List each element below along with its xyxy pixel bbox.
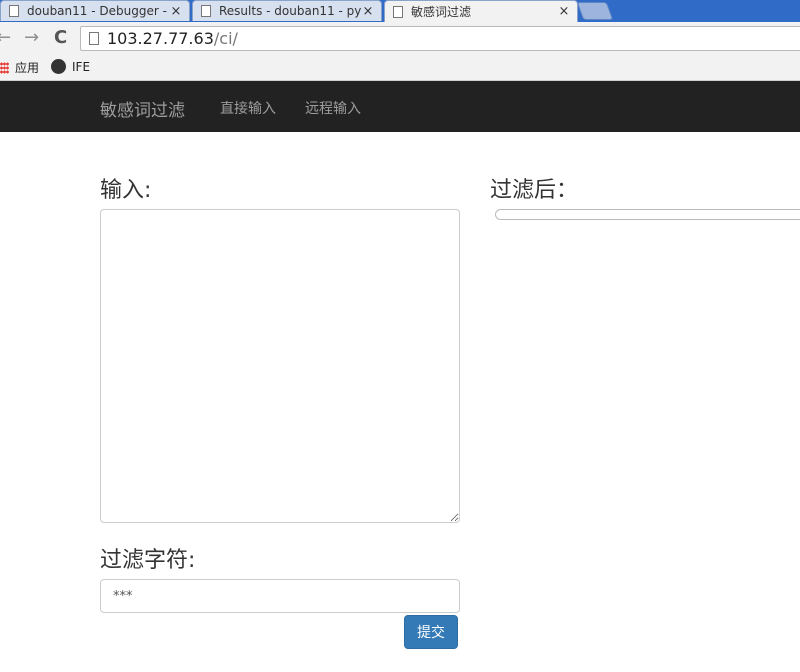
tab-title: douban11 - Debugger - xyxy=(27,4,167,18)
bookmark-label: IFE xyxy=(72,59,91,74)
close-tab-icon[interactable]: × xyxy=(169,4,183,19)
nav-link-remote-input[interactable]: 远程输入 xyxy=(305,98,361,118)
document-icon xyxy=(9,5,19,17)
nav-link-direct-input[interactable]: 直接输入 xyxy=(220,98,276,118)
reload-icon[interactable]: C xyxy=(54,27,67,49)
page-icon xyxy=(89,32,99,45)
back-arrow-icon[interactable]: ← xyxy=(0,27,11,49)
bookmark-ife[interactable]: IFE xyxy=(51,59,90,74)
new-tab-button[interactable] xyxy=(576,2,614,20)
document-icon xyxy=(393,5,403,18)
ife-logo-icon xyxy=(51,59,66,74)
document-icon xyxy=(201,5,211,17)
browser-tab-results[interactable]: Results - douban11 - py × xyxy=(192,0,382,21)
close-tab-icon[interactable]: × xyxy=(557,4,571,19)
bookmark-label: 应用 xyxy=(15,61,40,75)
close-tab-icon[interactable]: × xyxy=(361,4,375,19)
url-host: 103.27.77.63 xyxy=(107,29,214,48)
address-bar[interactable]: 103.27.77.63/ci/ xyxy=(80,26,800,51)
url-path: /ci/ xyxy=(213,29,238,48)
input-label: 输入: xyxy=(100,178,152,203)
site-navbar: 敏感词过滤 直接输入 远程输入 xyxy=(0,81,800,132)
browser-tab-strip: douban11 - Debugger - × Results - douban… xyxy=(0,0,800,22)
browser-tab-active[interactable]: 敏感词过滤 × xyxy=(384,0,578,22)
browser-tab-debugger[interactable]: douban11 - Debugger - × xyxy=(0,0,190,21)
browser-toolbar: ← → C 103.27.77.63/ci/ xyxy=(0,22,800,55)
output-label: 过滤后： xyxy=(490,178,579,203)
input-textarea[interactable] xyxy=(100,209,460,523)
tab-title: Results - douban11 - py xyxy=(219,4,361,18)
apps-grid-icon xyxy=(0,61,9,74)
bookmark-apps[interactable]: 应用 xyxy=(0,59,39,76)
filter-label: 过滤字符: xyxy=(100,548,196,573)
navbar-brand[interactable]: 敏感词过滤 xyxy=(100,96,185,121)
forward-arrow-icon[interactable]: → xyxy=(24,27,39,49)
bookmarks-bar: 应用 IFE xyxy=(0,55,800,81)
output-box xyxy=(495,209,800,220)
tab-title: 敏感词过滤 xyxy=(411,5,472,19)
filter-char-input[interactable] xyxy=(100,579,460,613)
submit-button[interactable]: 提交 xyxy=(404,615,458,649)
